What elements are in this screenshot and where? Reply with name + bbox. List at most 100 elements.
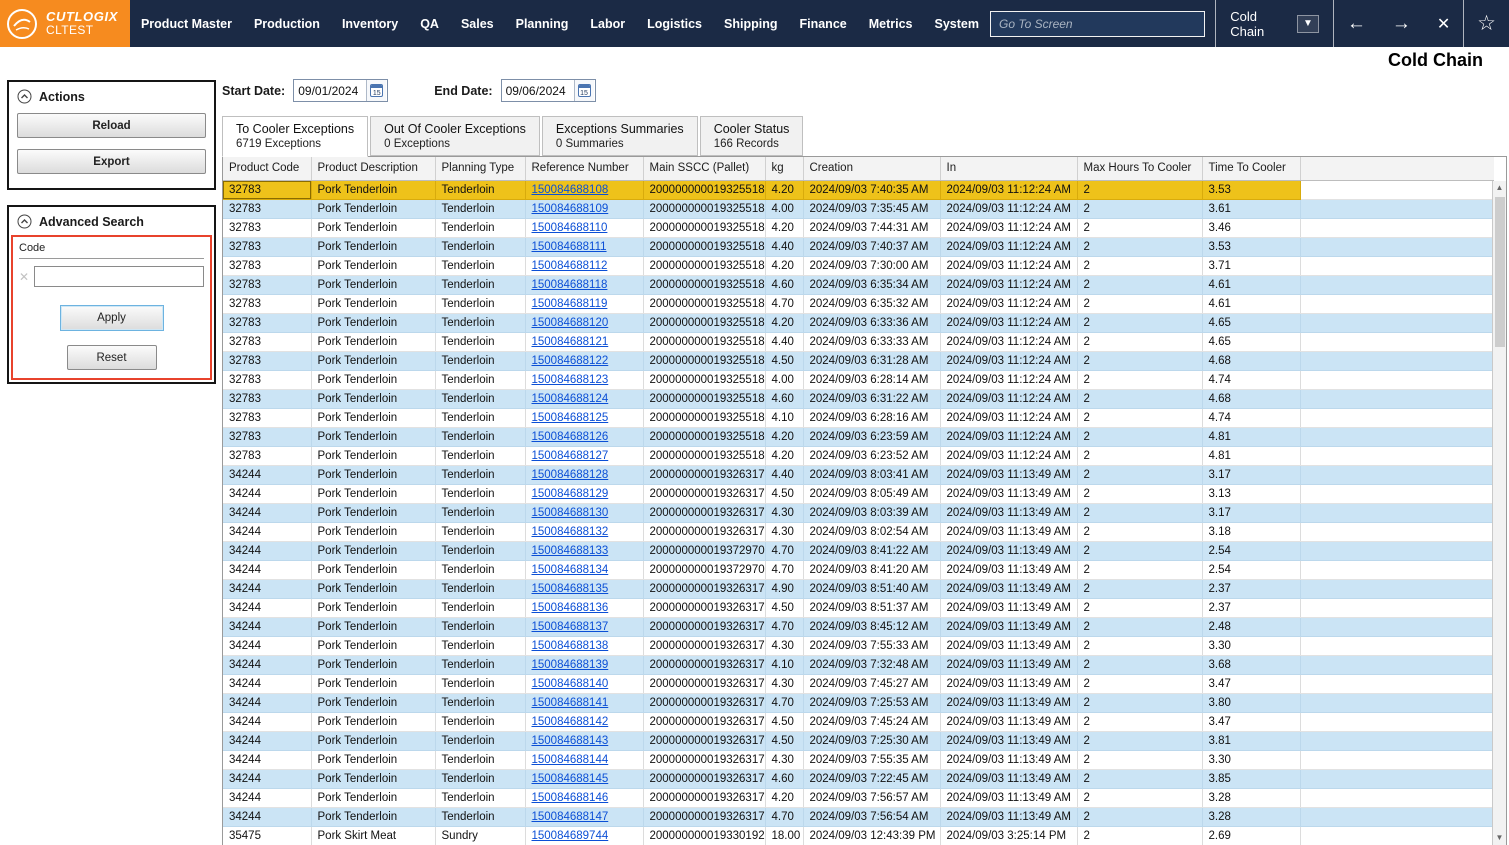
- table-row[interactable]: 32783Pork TenderloinTenderloin1500846881…: [223, 351, 1494, 370]
- reference-number-link[interactable]: 150084688139: [532, 659, 609, 671]
- go-to-screen-input[interactable]: [990, 11, 1205, 37]
- table-row[interactable]: 32783Pork TenderloinTenderloin1500846881…: [223, 389, 1494, 408]
- table-row[interactable]: 34244Pork TenderloinTenderloin1500846881…: [223, 522, 1494, 541]
- reference-number-link[interactable]: 150084688136: [532, 602, 609, 614]
- reference-number-link[interactable]: 150084688147: [532, 811, 609, 823]
- table-row[interactable]: 34244Pork TenderloinTenderloin1500846881…: [223, 465, 1494, 484]
- table-row[interactable]: 32783Pork TenderloinTenderloin1500846881…: [223, 408, 1494, 427]
- table-row[interactable]: 34244Pork TenderloinTenderloin1500846881…: [223, 636, 1494, 655]
- reference-number-link[interactable]: 150084688137: [532, 621, 609, 633]
- collapse-chevron-icon[interactable]: [17, 89, 32, 104]
- reference-number-link[interactable]: 150084688121: [532, 336, 609, 348]
- reference-number-link[interactable]: 150084688143: [532, 735, 609, 747]
- column-header-in[interactable]: In: [940, 157, 1077, 180]
- table-row[interactable]: 35475Pork Skirt MeatSundry15008468974420…: [223, 826, 1494, 845]
- table-row[interactable]: 32783Pork TenderloinTenderloin1500846881…: [223, 427, 1494, 446]
- reference-number-link[interactable]: 150084688110: [532, 222, 608, 234]
- reference-number-link[interactable]: 150084688140: [532, 678, 609, 690]
- reference-number-link[interactable]: 150084688128: [532, 469, 609, 481]
- reference-number-link[interactable]: 150084688144: [532, 754, 609, 766]
- end-date-calendar-button[interactable]: 15: [574, 80, 594, 101]
- reload-button[interactable]: Reload: [17, 113, 206, 138]
- screen-selector-dropdown[interactable]: Cold Chain ▼: [1216, 9, 1333, 39]
- reference-number-link[interactable]: 150084688127: [532, 450, 609, 462]
- tab-out-of-cooler-exceptions[interactable]: Out Of Cooler Exceptions0 Exceptions: [370, 116, 540, 156]
- table-row[interactable]: 32783Pork TenderloinTenderloin1500846881…: [223, 370, 1494, 389]
- menu-item-logistics[interactable]: Logistics: [636, 0, 713, 47]
- vertical-scrollbar[interactable]: ▲ ▼: [1492, 181, 1506, 845]
- favorite-star-icon[interactable]: ☆: [1464, 0, 1509, 47]
- table-row[interactable]: 32783Pork TenderloinTenderloin1500846881…: [223, 199, 1494, 218]
- table-row[interactable]: 34244Pork TenderloinTenderloin1500846881…: [223, 712, 1494, 731]
- table-row[interactable]: 32783Pork TenderloinTenderloin1500846881…: [223, 218, 1494, 237]
- reference-number-link[interactable]: 150084688129: [532, 488, 609, 500]
- reference-number-link[interactable]: 150084688111: [532, 241, 607, 253]
- column-header-main-sscc-pallet-[interactable]: Main SSCC (Pallet): [643, 157, 765, 180]
- menu-item-product-master[interactable]: Product Master: [130, 0, 243, 47]
- forward-arrow-icon[interactable]: →: [1379, 0, 1424, 47]
- tab-to-cooler-exceptions[interactable]: To Cooler Exceptions6719 Exceptions: [222, 116, 368, 157]
- back-arrow-icon[interactable]: ←: [1334, 0, 1379, 47]
- column-header-kg[interactable]: kg: [765, 157, 803, 180]
- table-row[interactable]: 32783Pork TenderloinTenderloin1500846881…: [223, 237, 1494, 256]
- column-header-product-description[interactable]: Product Description: [311, 157, 435, 180]
- column-header-creation[interactable]: Creation: [803, 157, 940, 180]
- table-row[interactable]: 34244Pork TenderloinTenderloin1500846881…: [223, 503, 1494, 522]
- end-date-input[interactable]: [502, 84, 574, 98]
- table-row[interactable]: 32783Pork TenderloinTenderloin1500846881…: [223, 180, 1494, 199]
- reference-number-link[interactable]: 150084688109: [532, 203, 609, 215]
- table-row[interactable]: 34244Pork TenderloinTenderloin1500846881…: [223, 541, 1494, 560]
- column-header-planning-type[interactable]: Planning Type: [435, 157, 525, 180]
- table-row[interactable]: 32783Pork TenderloinTenderloin1500846881…: [223, 294, 1494, 313]
- collapse-chevron-icon[interactable]: [17, 214, 32, 229]
- table-row[interactable]: 34244Pork TenderloinTenderloin1500846881…: [223, 731, 1494, 750]
- table-row[interactable]: 34244Pork TenderloinTenderloin1500846881…: [223, 560, 1494, 579]
- reference-number-link[interactable]: 150084688112: [532, 260, 608, 272]
- menu-item-finance[interactable]: Finance: [788, 0, 857, 47]
- table-row[interactable]: 34244Pork TenderloinTenderloin1500846881…: [223, 788, 1494, 807]
- reference-number-link[interactable]: 150084689744: [532, 830, 609, 842]
- tab-exceptions-summaries[interactable]: Exceptions Summaries0 Summaries: [542, 116, 698, 156]
- reference-number-link[interactable]: 150084688146: [532, 792, 609, 804]
- reference-number-link[interactable]: 150084688123: [532, 374, 609, 386]
- reference-number-link[interactable]: 150084688108: [532, 184, 609, 196]
- reference-number-link[interactable]: 150084688122: [532, 355, 609, 367]
- scroll-down-icon[interactable]: ▼: [1496, 831, 1504, 845]
- column-header-max-hours-to-cooler[interactable]: Max Hours To Cooler: [1077, 157, 1202, 180]
- tab-cooler-status[interactable]: Cooler Status166 Records: [700, 116, 804, 156]
- table-row[interactable]: 32783Pork TenderloinTenderloin1500846881…: [223, 275, 1494, 294]
- reference-number-link[interactable]: 150084688118: [532, 279, 608, 291]
- export-button[interactable]: Export: [17, 149, 206, 174]
- reference-number-link[interactable]: 150084688126: [532, 431, 609, 443]
- table-row[interactable]: 32783Pork TenderloinTenderloin1500846881…: [223, 332, 1494, 351]
- reference-number-link[interactable]: 150084688125: [532, 412, 609, 424]
- actions-panel-header[interactable]: Actions: [9, 82, 214, 110]
- menu-item-labor[interactable]: Labor: [579, 0, 636, 47]
- table-row[interactable]: 32783Pork TenderloinTenderloin1500846881…: [223, 256, 1494, 275]
- column-header-time-to-cooler[interactable]: Time To Cooler: [1202, 157, 1300, 180]
- table-row[interactable]: 34244Pork TenderloinTenderloin1500846881…: [223, 807, 1494, 826]
- reset-button[interactable]: Reset: [67, 345, 157, 370]
- menu-item-system[interactable]: System: [924, 0, 990, 47]
- scrollbar-thumb[interactable]: [1495, 197, 1505, 347]
- reference-number-link[interactable]: 150084688141: [532, 697, 609, 709]
- code-input[interactable]: [34, 266, 204, 287]
- close-icon[interactable]: ✕: [1424, 0, 1463, 47]
- table-row[interactable]: 34244Pork TenderloinTenderloin1500846881…: [223, 484, 1494, 503]
- table-row[interactable]: 34244Pork TenderloinTenderloin1500846881…: [223, 750, 1494, 769]
- reference-number-link[interactable]: 150084688124: [532, 393, 609, 405]
- table-row[interactable]: 34244Pork TenderloinTenderloin1500846881…: [223, 693, 1494, 712]
- reference-number-link[interactable]: 150084688134: [532, 564, 609, 576]
- reference-number-link[interactable]: 150084688133: [532, 545, 609, 557]
- reference-number-link[interactable]: 150084688145: [532, 773, 609, 785]
- apply-button[interactable]: Apply: [60, 305, 164, 331]
- column-header-product-code[interactable]: Product Code: [223, 157, 311, 180]
- reference-number-link[interactable]: 150084688132: [532, 526, 609, 538]
- chevron-down-icon[interactable]: ▼: [1297, 15, 1319, 33]
- scroll-up-icon[interactable]: ▲: [1496, 181, 1504, 195]
- menu-item-qa[interactable]: QA: [409, 0, 450, 47]
- table-row[interactable]: 34244Pork TenderloinTenderloin1500846881…: [223, 617, 1494, 636]
- table-row[interactable]: 34244Pork TenderloinTenderloin1500846881…: [223, 579, 1494, 598]
- table-row[interactable]: 32783Pork TenderloinTenderloin1500846881…: [223, 446, 1494, 465]
- table-row[interactable]: 34244Pork TenderloinTenderloin1500846881…: [223, 598, 1494, 617]
